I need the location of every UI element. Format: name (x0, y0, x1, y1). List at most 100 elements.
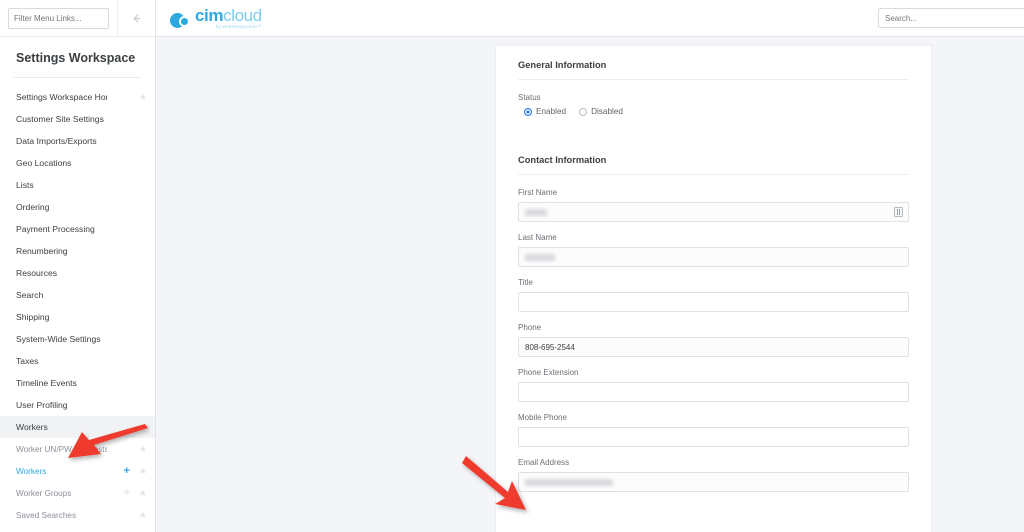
copy-icon[interactable] (894, 207, 903, 217)
field-phone: Phone 808-695-2544 (518, 323, 909, 357)
sidebar-item-lists[interactable]: Lists +★ (0, 174, 155, 196)
redacted-value (525, 208, 547, 216)
sidebar-item-label: Geo Locations (16, 158, 72, 168)
star-icon[interactable]: ★ (139, 92, 147, 102)
title-input[interactable] (518, 292, 909, 312)
star-icon[interactable]: ★ (139, 466, 147, 476)
field-value: 808-695-2544 (525, 342, 575, 352)
sidebar-item-label: Shipping (16, 312, 50, 322)
top-bar: cim cloud by websitepipeline™ (156, 0, 1024, 37)
sidebar-item-icons: +★ (107, 180, 147, 191)
workspace-title: Settings Workspace (16, 51, 136, 65)
arrow-left-icon (130, 12, 143, 25)
status-radio-group: Enabled Disabled (518, 107, 909, 116)
star-icon[interactable]: ★ (139, 444, 147, 454)
sidebar-item-worker-un-pw-requests[interactable]: Worker UN/PW Requests+★ (0, 438, 155, 460)
sidebar-item-saved-searches[interactable]: Saved Searches +★ (0, 504, 155, 526)
phone-input[interactable]: 808-695-2544 (518, 337, 909, 357)
field-label: First Name (518, 188, 558, 197)
plus-icon[interactable]: + (123, 487, 129, 499)
sidebar-item-system-wide-settings[interactable]: System-Wide Settings +★ (0, 328, 155, 350)
sidebar-item-label: Data Imports/Exports (16, 136, 97, 146)
field-last-name: Last Name (518, 233, 909, 267)
sidebar-item-payment-processing[interactable]: Payment Processing +★ (0, 218, 155, 240)
sidebar-item-icons: +★ (107, 224, 147, 235)
sidebar-item-workers[interactable]: Workers+★ (0, 416, 155, 438)
cimcloud-logo-icon (170, 12, 191, 29)
sidebar-item-icons: +★ (107, 290, 147, 301)
filter-menu-input[interactable] (8, 7, 109, 29)
global-search-input[interactable] (878, 8, 1024, 29)
phone-extension-input[interactable] (518, 382, 909, 402)
sidebar-item-renumbering[interactable]: Renumbering +★ (0, 240, 155, 262)
last-name-input[interactable] (518, 247, 909, 267)
sidebar-item-label: Resources (16, 268, 58, 278)
sidebar-item-resources[interactable]: Resources +★ (0, 262, 155, 284)
logo-primary-text: cim (195, 5, 224, 25)
sidebar-item-shipping[interactable]: Shipping +★ (0, 306, 155, 328)
sidebar-item-settings-workspace-home[interactable]: Settings Workspace Home+★ (0, 86, 155, 108)
sidebar-item-label: System-Wide Settings (16, 334, 101, 344)
content-area: General Information Status Enabled Disabl… (156, 37, 1024, 532)
radio-label: Disabled (591, 107, 623, 116)
sidebar-item-icons: +★ (107, 334, 147, 345)
sidebar-item-icons: +★ (107, 246, 147, 257)
mobile-phone-input[interactable] (518, 427, 909, 447)
radio-label: Enabled (536, 107, 567, 116)
sidebar-item-icons: +★ (107, 487, 147, 499)
sidebar-item-icons: +★ (107, 356, 147, 367)
cimcloud-logo[interactable]: cim cloud by websitepipeline™ (170, 7, 262, 30)
contact-fields-list: First Name Last Name Title Phone 808-695-254… (518, 188, 909, 492)
sidebar-item-workers[interactable]: Workers+★ (0, 460, 155, 482)
general-information-heading: General Information (518, 60, 909, 80)
sidebar-item-data-imports-exports[interactable]: Data Imports/Exports +★ (0, 130, 155, 152)
status-radio-disabled[interactable]: Disabled (579, 107, 623, 116)
sidebar-item-geo-locations[interactable]: Geo Locations +★ (0, 152, 155, 174)
sidebar-collapse-button[interactable] (117, 0, 155, 37)
sidebar-item-label: Saved Searches (16, 510, 77, 520)
contact-information-heading: Contact Information (518, 155, 909, 175)
sidebar-item-icons: +★ (107, 312, 147, 323)
radio-button-icon (579, 107, 588, 116)
field-label: Mobile Phone (518, 413, 567, 422)
star-icon[interactable]: ★ (139, 488, 147, 498)
sidebar-item-icons: +★ (107, 158, 147, 169)
sidebar-item-icons: +★ (107, 510, 147, 521)
sidebar-item-search[interactable]: Search +★ (0, 284, 155, 306)
sidebar-item-label: Payment Processing (16, 224, 95, 234)
plus-icon[interactable]: + (123, 465, 129, 477)
sidebar-item-worker-groups[interactable]: Worker Groups + ★ (0, 482, 155, 504)
sidebar-divider (14, 77, 141, 78)
status-label: Status (518, 93, 541, 102)
sidebar-item-user-profiling[interactable]: User Profiling +★ (0, 394, 155, 416)
sidebar-item-customer-site-settings[interactable]: Customer Site Settings+★ (0, 108, 155, 130)
sidebar-item-icons: +★ (107, 114, 147, 125)
field-label: Title (518, 278, 533, 287)
main-region: cim cloud by websitepipeline™ General In… (156, 0, 1024, 532)
sidebar-item-label: Taxes (16, 356, 39, 366)
field-first-name: First Name (518, 188, 909, 222)
redacted-value (525, 253, 555, 261)
worker-detail-card: General Information Status Enabled Disabl… (495, 45, 932, 532)
sidebar-item-label: Timeline Events (16, 378, 77, 388)
sidebar-item-label: Worker UN/PW Requests (16, 444, 107, 454)
status-radio-enabled[interactable]: Enabled (524, 107, 566, 116)
field-email-address: Email Address (518, 458, 909, 492)
field-mobile-phone: Mobile Phone (518, 413, 909, 447)
email-address-input[interactable] (518, 472, 909, 492)
field-phone-extension: Phone Extension (518, 368, 909, 402)
star-icon[interactable]: ★ (139, 510, 147, 520)
sidebar-item-label: Settings Workspace Home (16, 92, 107, 102)
field-label: Phone Extension (518, 368, 579, 377)
first-name-input[interactable] (518, 202, 909, 222)
sidebar-item-icons: +★ (107, 400, 147, 411)
logo-secondary-text: cloud (223, 5, 262, 25)
sidebar-item-timeline-events[interactable]: Timeline Events +★ (0, 372, 155, 394)
filter-menu-wrapper (0, 7, 117, 29)
sidebar-item-label: Workers (16, 422, 48, 432)
field-label: Last Name (518, 233, 557, 242)
sidebar-item-ordering[interactable]: Ordering +★ (0, 196, 155, 218)
sidebar-item-taxes[interactable]: Taxes +★ (0, 350, 155, 372)
sidebar-item-label: Renumbering (16, 246, 68, 256)
sidebar-item-label: Worker Groups (16, 488, 72, 498)
